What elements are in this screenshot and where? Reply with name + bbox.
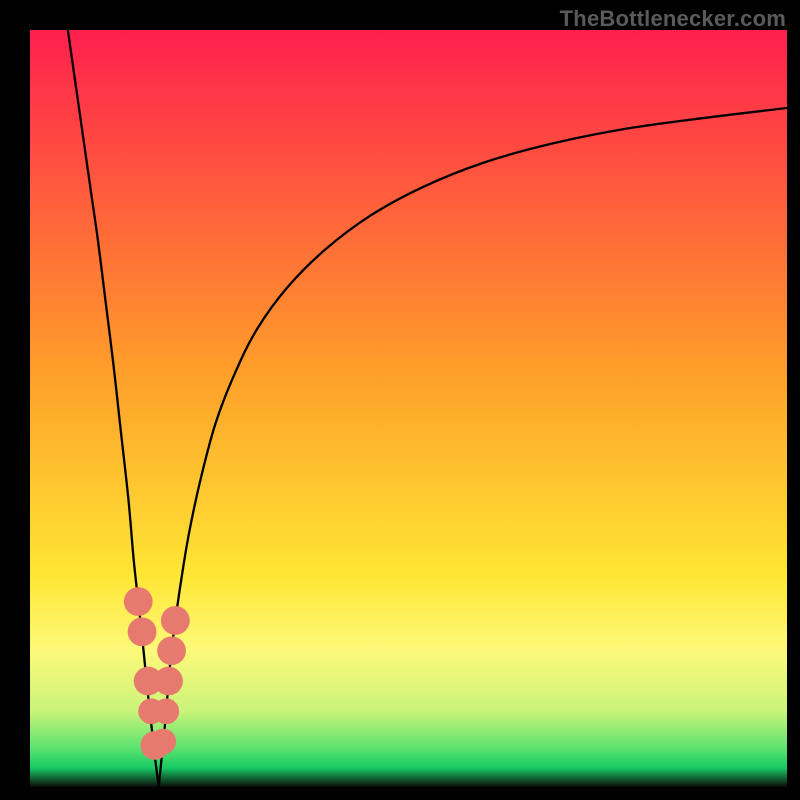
marker-dot: [153, 698, 179, 724]
marker-dot: [161, 606, 190, 635]
curve-svg: [30, 30, 787, 787]
curve-markers: [124, 587, 190, 760]
marker-dot: [154, 667, 183, 696]
marker-dot: [128, 617, 157, 646]
marker-dot: [157, 636, 186, 665]
watermark-text: TheBottlenecker.com: [560, 6, 786, 32]
marker-dot: [150, 729, 176, 755]
plot-area: [30, 30, 787, 787]
curve-right-branch: [159, 108, 787, 787]
marker-dot: [124, 587, 153, 616]
chart-stage: TheBottlenecker.com: [0, 0, 800, 800]
